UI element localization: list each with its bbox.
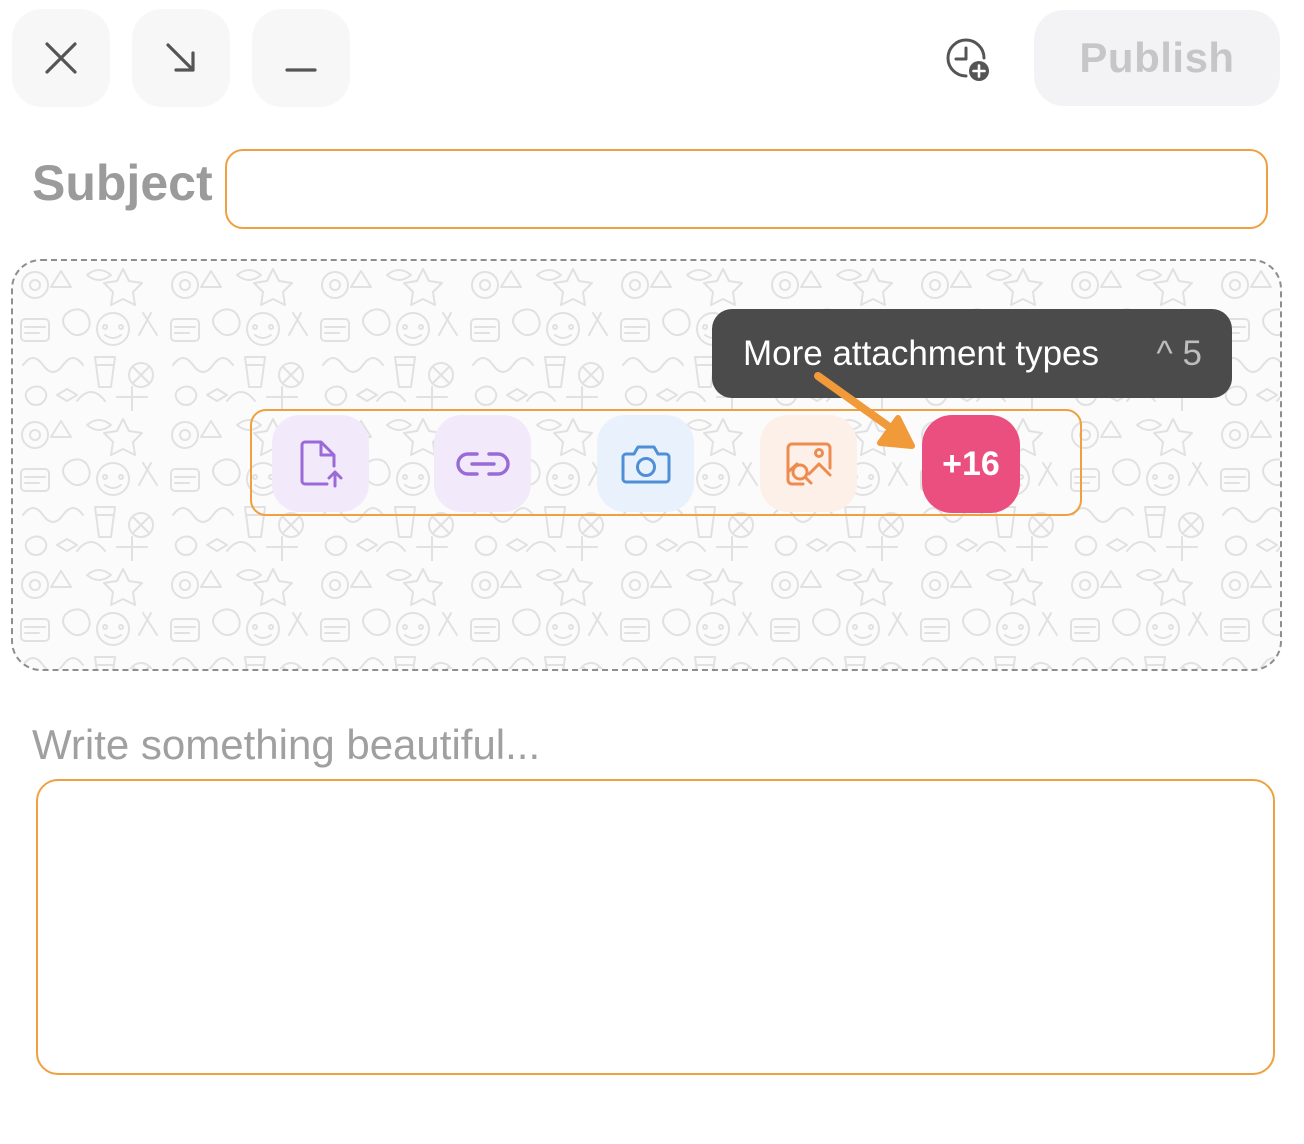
publish-button[interactable]: Publish (1034, 10, 1280, 106)
schedule-button[interactable] (936, 32, 1000, 88)
link-button[interactable] (434, 415, 531, 512)
camera-button[interactable] (597, 415, 694, 512)
camera-icon (621, 445, 670, 483)
tooltip-text: More attachment types (743, 333, 1099, 373)
subject-label: Subject (32, 155, 213, 211)
minimize-icon (285, 68, 317, 72)
collapse-button[interactable] (132, 9, 230, 107)
body-textarea[interactable] (36, 779, 1275, 1075)
image-search-icon (786, 442, 831, 485)
image-search-button[interactable] (760, 415, 857, 512)
file-upload-button[interactable] (272, 415, 369, 512)
file-upload-icon (300, 440, 342, 487)
compose-window: Publish Subject +16 More attachment type… (0, 0, 1304, 1144)
close-button[interactable] (12, 9, 110, 107)
minimize-button[interactable] (252, 9, 350, 107)
more-attachment-types-tooltip: More attachment types ^ 5 (712, 309, 1232, 398)
tooltip-shortcut: ^ 5 (1156, 333, 1202, 373)
more-attachment-types-button[interactable]: +16 (922, 415, 1020, 513)
subject-input[interactable] (225, 149, 1268, 229)
clock-plus-icon (946, 38, 989, 81)
body-placeholder: Write something beautiful... (32, 721, 541, 768)
arrow-down-right-icon (166, 43, 195, 72)
close-icon (45, 42, 77, 74)
link-icon (455, 451, 510, 476)
